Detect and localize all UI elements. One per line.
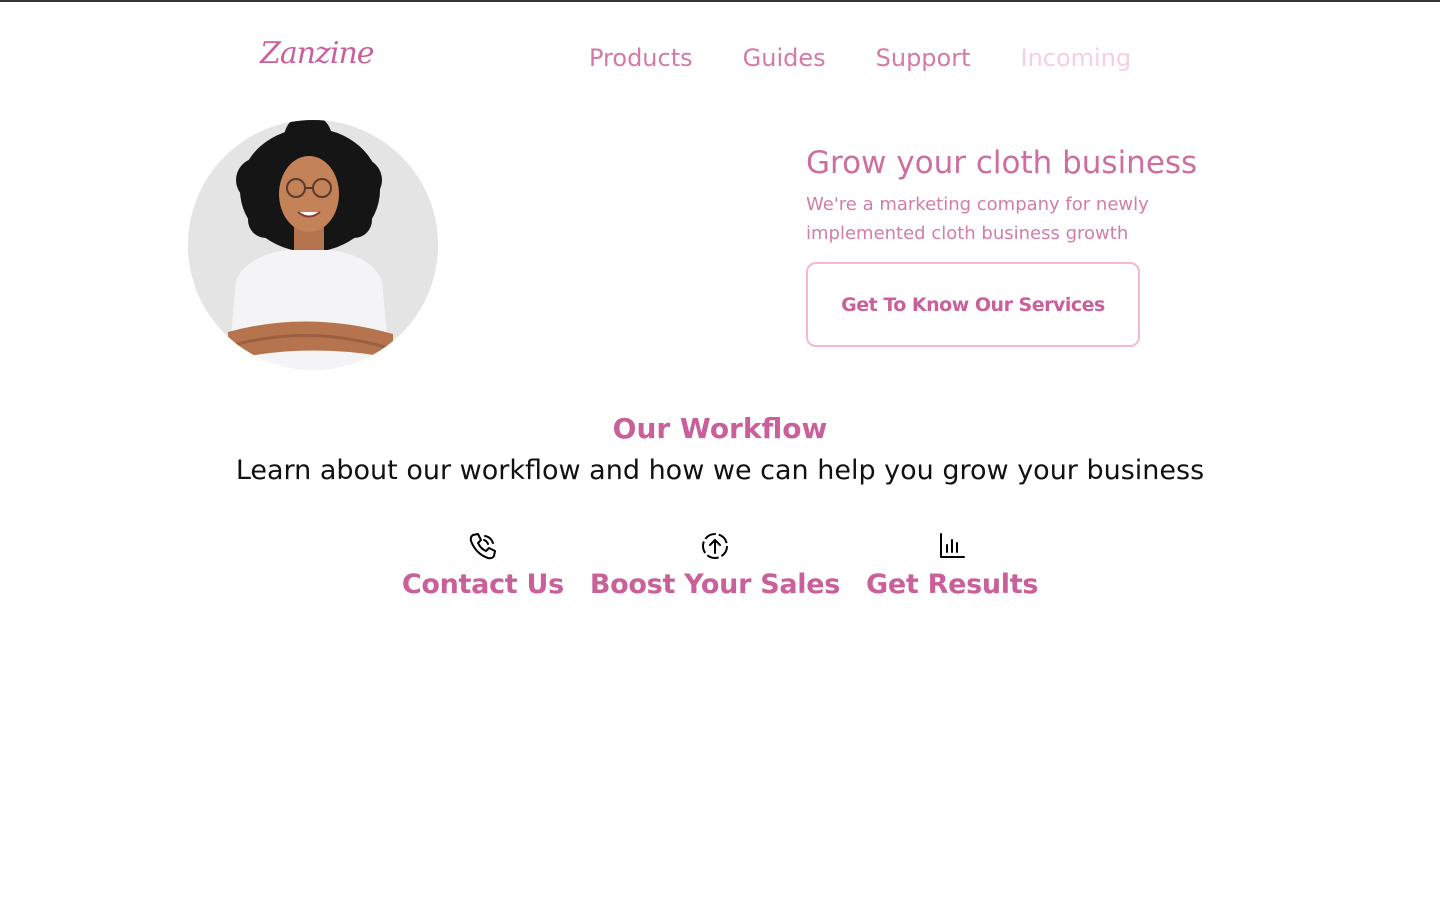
nav-item-incoming[interactable]: Incoming (1021, 44, 1132, 72)
workflow-subtitle: Learn about our workflow and how we can … (235, 455, 1205, 486)
woman-portrait-illustration (188, 120, 438, 370)
workflow-step-results[interactable]: Get Results (866, 530, 1038, 600)
workflow-step-boost[interactable]: Boost Your Sales (590, 530, 840, 600)
nav-item-guides[interactable]: Guides (743, 44, 826, 72)
workflow-title: Our Workflow (612, 412, 828, 445)
hero-subtitle: We're a marketing company for newly impl… (806, 194, 1149, 244)
step-label: Get Results (866, 569, 1039, 600)
circle-arrow-up-icon (701, 533, 728, 559)
hero-title: Grow your cloth business (806, 145, 1198, 181)
step-label: Contact Us (401, 569, 564, 600)
nav-item-products[interactable]: Products (589, 44, 693, 72)
services-cta-button[interactable]: Get To Know Our Services (806, 262, 1140, 347)
bar-chart-icon (940, 533, 966, 558)
workflow-steps: Contact Us Boost Your Sales Get Results (0, 530, 1440, 600)
phone-call-icon (469, 533, 496, 560)
step-label: Boost Your Sales (589, 569, 841, 600)
brand-logo[interactable]: Zanzine (260, 36, 375, 71)
nav-item-support[interactable]: Support (876, 44, 971, 72)
main-nav: Products Guides Support Incoming (589, 44, 1131, 72)
workflow-step-contact[interactable]: Contact Us (402, 530, 564, 600)
hero-portrait-image (188, 120, 438, 370)
